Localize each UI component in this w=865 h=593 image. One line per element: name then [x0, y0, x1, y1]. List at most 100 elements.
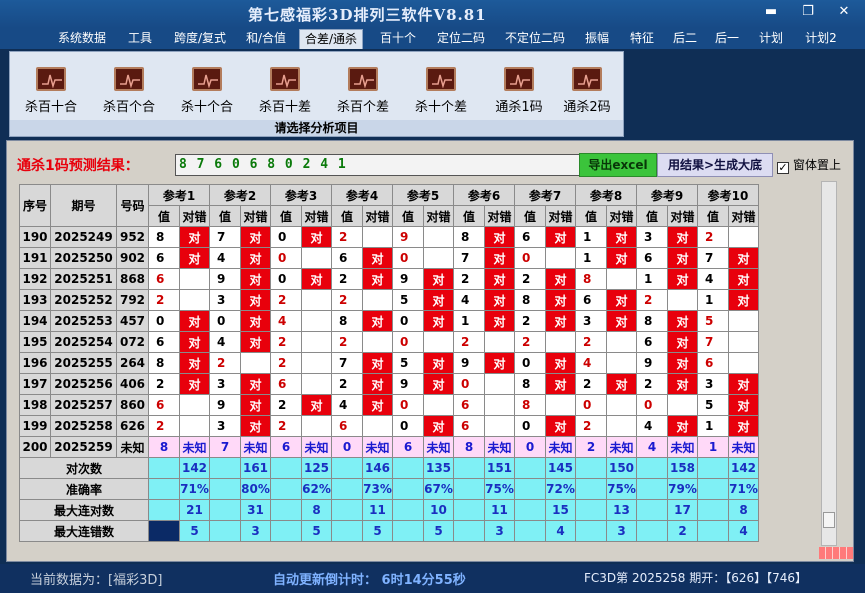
- ref-result-correct: 对: [545, 352, 576, 374]
- table-row[interactable]: 190 2025249 952 8 对 7 对 0 对 2 9 8 对 6 对 1 对 3 对 2: [19, 226, 759, 248]
- ref-result-correct: 对: [484, 352, 515, 374]
- ref-value: 0: [209, 310, 241, 332]
- ref-result-wrong: [484, 415, 515, 437]
- stat-spacer: [697, 520, 729, 542]
- table-row[interactable]: 192 2025251 868 6 9 对 0 对 2 对 9 对 2 对 2 对 8 1 对 4 对: [19, 268, 759, 290]
- vertical-scrollbar[interactable]: [821, 181, 837, 546]
- header-result: 对错: [545, 205, 576, 227]
- menu-item[interactable]: 工具: [122, 29, 158, 49]
- table-row[interactable]: 194 2025253 457 0 对 0 对 4 8 对 0 对 1 对 2 对 3 对 8 对 5: [19, 310, 759, 332]
- menu-item[interactable]: 合差/通杀: [299, 29, 363, 49]
- header-value: 值: [209, 205, 241, 227]
- row-seq: 193: [19, 289, 51, 311]
- latest-draw-status: FC3D第 2025258 期开：【626】【746】: [584, 571, 808, 585]
- ref-result-correct: 对: [423, 289, 454, 311]
- ref-value: 2: [453, 268, 485, 290]
- generate-base-button[interactable]: 用结果>生成大底: [657, 153, 773, 177]
- menu-item[interactable]: 和/合值: [240, 29, 292, 49]
- ref-value: 3: [209, 373, 241, 395]
- stat-spacer: [575, 520, 607, 542]
- ref-result-correct: 对: [728, 415, 759, 437]
- ribbon-button[interactable]: 杀百十差: [250, 67, 320, 115]
- table-row[interactable]: 195 2025254 072 6 对 4 对 2 2 0 2 2 2 6 对 7: [19, 331, 759, 353]
- table-row[interactable]: 197 2025256 406 2 对 3 对 6 2 对 9 对 0 8 对 2 对 2 对 3 对: [19, 373, 759, 395]
- close-icon[interactable]: ✕: [833, 4, 855, 20]
- menu-item[interactable]: 不定位二码: [500, 29, 570, 49]
- header-value: 值: [636, 205, 668, 227]
- ref-result-wrong: [362, 289, 393, 311]
- ref-value: 1: [575, 247, 607, 269]
- scroll-thumb[interactable]: [823, 512, 835, 528]
- ribbon-button-label: 杀十个差: [414, 100, 467, 115]
- header-result: 对错: [179, 205, 210, 227]
- export-excel-button[interactable]: 导出excel: [579, 153, 657, 177]
- ref-value: 8: [331, 310, 363, 332]
- ref-value: 9: [392, 226, 424, 248]
- pending-result: 未知: [179, 436, 210, 458]
- stat-spacer: [575, 499, 607, 521]
- ref-result-correct: 对: [179, 352, 210, 374]
- table-row[interactable]: 193 2025252 792 2 3 对 2 2 5 对 4 对 8 对 6 对 2 1 对: [19, 289, 759, 311]
- menu-item[interactable]: 跨度/复式: [166, 29, 234, 49]
- stat-value: 5: [179, 520, 210, 542]
- minimize-icon[interactable]: ▬: [760, 4, 782, 20]
- table-row[interactable]: 199 2025258 626 2 3 对 2 6 0 对 6 0 对 2 4 对 1 对: [19, 415, 759, 437]
- ref-value: 4: [636, 415, 668, 437]
- table-row[interactable]: 198 2025257 860 6 9 对 2 对 4 对 0 6 8 0 0 5 对: [19, 394, 759, 416]
- ribbon-button[interactable]: 杀十个合: [172, 67, 242, 115]
- ribbon-button[interactable]: 杀百个合: [94, 67, 164, 115]
- ref-value: 2: [575, 415, 607, 437]
- topmost-checkbox[interactable]: ✓ 窗体置上: [777, 156, 841, 174]
- ribbon-button[interactable]: 通杀2码: [552, 67, 622, 115]
- pending-value: 1: [697, 436, 729, 458]
- menu-item[interactable]: 百十个: [376, 29, 420, 49]
- menu-item[interactable]: 定位二码: [430, 29, 492, 49]
- ref-result-correct: 对: [545, 268, 576, 290]
- row-number: 792: [116, 289, 149, 311]
- table-row[interactable]: 196 2025255 264 8 对 2 2 7 对 5 对 9 对 0 对 4 9 对 6: [19, 352, 759, 374]
- stat-value: 10: [423, 499, 454, 521]
- pending-result: 未知: [667, 436, 698, 458]
- stat-value: 2: [667, 520, 698, 542]
- table-row[interactable]: 191 2025250 902 6 对 4 对 0 6 对 0 7 对 0 1 对 6 对 7 对: [19, 247, 759, 269]
- ref-result-correct: 对: [484, 247, 515, 269]
- ribbon-button[interactable]: 杀百十合: [16, 67, 86, 115]
- ribbon-button-label: 通杀1码: [495, 100, 543, 115]
- menu-item[interactable]: 特征: [624, 29, 660, 49]
- stat-label: 最大连错数: [19, 520, 149, 542]
- menu-item[interactable]: 后一: [710, 29, 744, 49]
- ref-result-wrong: [301, 331, 332, 353]
- ref-value: 2: [636, 373, 668, 395]
- stat-spacer: [514, 499, 546, 521]
- stat-value: 158: [667, 457, 698, 479]
- ref-result-wrong: [301, 247, 332, 269]
- ref-result-correct: 对: [423, 415, 454, 437]
- restore-icon[interactable]: ❐: [797, 4, 819, 20]
- menu-item[interactable]: 计划: [756, 29, 786, 49]
- menu-item[interactable]: 后二: [668, 29, 702, 49]
- ribbon-button[interactable]: 杀十个差: [406, 67, 476, 115]
- stat-value: 161: [240, 457, 271, 479]
- ref-value: 2: [270, 394, 302, 416]
- pending-row[interactable]: 200 2025259 未知 8 未知 7 未知 6 未知 0 未知 6 未知 8 未知 0 未知 2 未知 4 未知 1…: [19, 436, 759, 458]
- ref-value: 5: [392, 352, 424, 374]
- header-result: 对错: [728, 205, 759, 227]
- row-number: 未知: [116, 436, 149, 458]
- ref-value: 6: [636, 247, 668, 269]
- main-panel: 通杀1码预测结果： 8 7 6 0 6 8 0 2 4 1 导出excel 用结…: [6, 140, 854, 562]
- ribbon-button[interactable]: 通杀1码: [484, 67, 554, 115]
- ref-result-correct: 对: [179, 331, 210, 353]
- menu-item[interactable]: 系统数据: [51, 29, 113, 49]
- stat-spacer: [331, 478, 363, 500]
- stat-spacer: [209, 520, 241, 542]
- pending-result: 未知: [301, 436, 332, 458]
- ribbon-button[interactable]: 杀百个差: [328, 67, 398, 115]
- ref-value: 4: [209, 247, 241, 269]
- row-number: 868: [116, 268, 149, 290]
- prediction-result-field[interactable]: 8 7 6 0 6 8 0 2 4 1: [175, 154, 581, 176]
- ref-result-wrong: [362, 331, 393, 353]
- menu-item[interactable]: 振幅: [579, 29, 615, 49]
- ref-result-wrong: [484, 373, 515, 395]
- ref-value: 1: [636, 268, 668, 290]
- menu-item[interactable]: 计划2: [801, 29, 841, 49]
